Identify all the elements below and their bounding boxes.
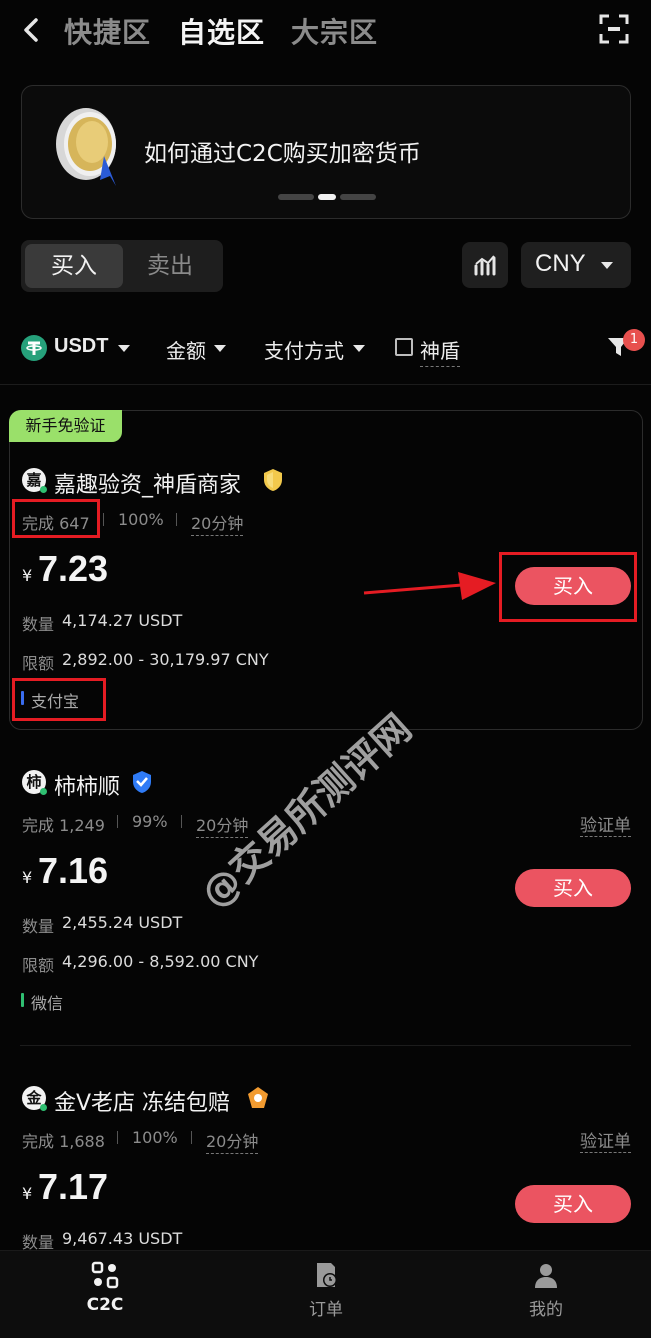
separator: [103, 513, 104, 526]
currency-symbol: ¥: [22, 1184, 33, 1203]
carousel-dot: [340, 194, 376, 200]
completion-rate: 100%: [118, 510, 164, 529]
quantity-label: 数量: [22, 917, 55, 936]
order-icon: [317, 1263, 337, 1287]
price: 7.16: [38, 850, 109, 891]
divider: [20, 1045, 631, 1046]
tab-block[interactable]: 大宗区: [291, 11, 378, 51]
shield-filter-label[interactable]: 神盾: [420, 335, 460, 367]
currency-label: CNY: [535, 250, 586, 277]
annotation-box: [499, 552, 637, 622]
shield-checkbox[interactable]: [395, 338, 413, 356]
payment-filter[interactable]: 支付方式: [264, 335, 344, 364]
currency-symbol: ¥: [22, 566, 33, 585]
top-bar: 快捷区 自选区 大宗区: [0, 0, 651, 62]
buy-button[interactable]: 买入: [515, 869, 631, 907]
carousel-dots: [278, 194, 376, 200]
separator: [117, 1131, 118, 1144]
shield-gold-icon: [264, 469, 282, 491]
quantity-value: 9,467.43 USDT: [62, 1229, 183, 1248]
verified-badge-icon: [133, 771, 151, 793]
limit-label: 限额: [22, 956, 55, 975]
annotation-box: [12, 678, 106, 721]
completed-count: 完成 1,688: [22, 1132, 105, 1151]
nav-label: 订单: [309, 1300, 343, 1320]
banner-title: 如何通过C2C购买加密货币: [144, 141, 421, 167]
carousel-dot-active: [318, 194, 336, 200]
carousel-dot: [278, 194, 314, 200]
tab-selected[interactable]: 自选区: [178, 11, 265, 51]
completion-rate: 99%: [132, 812, 168, 831]
limit-label: 限额: [22, 654, 55, 673]
amount-filter[interactable]: 金额: [166, 335, 206, 364]
separator: [176, 513, 177, 526]
watermark: @交易所测评网: [192, 705, 420, 917]
price: 7.23: [38, 548, 109, 589]
currency-select[interactable]: CNY: [521, 242, 631, 288]
newbie-tag: 新手免验证: [9, 410, 122, 442]
tab-quick[interactable]: 快捷区: [64, 11, 151, 51]
completed-count: 完成 1,249: [22, 816, 105, 835]
chart-icon: [474, 255, 496, 276]
profile-icon: [535, 1264, 557, 1288]
merchant-name[interactable]: 金V老店 冻结包赔: [54, 1085, 230, 1117]
nav-label: C2C: [86, 1295, 124, 1315]
chart-button[interactable]: [462, 242, 508, 288]
buy-tab[interactable]: 买入: [25, 244, 123, 288]
annotation-arrow-icon: [363, 572, 496, 600]
promo-banner[interactable]: 如何通过C2C购买加密货币: [21, 85, 631, 219]
usdt-icon: [21, 335, 47, 361]
separator: [181, 815, 182, 828]
nav-profile[interactable]: 我的: [486, 1261, 606, 1320]
chevron-down-icon: [353, 345, 365, 352]
completion-rate: 100%: [132, 1128, 178, 1147]
nav-orders[interactable]: 订单: [266, 1261, 386, 1320]
pay-time: 20分钟: [206, 1128, 259, 1154]
buy-button[interactable]: 买入: [515, 1185, 631, 1223]
currency-symbol: ¥: [22, 868, 33, 887]
chevron-down-icon: [118, 345, 130, 352]
scan-icon[interactable]: [599, 14, 629, 44]
separator: [191, 1131, 192, 1144]
separator: [117, 815, 118, 828]
back-arrow-icon[interactable]: [18, 14, 46, 46]
coin-filter[interactable]: USDT: [54, 335, 108, 358]
limit-value: 2,892.00 - 30,179.97 CNY: [62, 650, 269, 669]
online-dot: [40, 1104, 47, 1111]
quantity-value: 2,455.24 USDT: [62, 913, 183, 932]
price: 7.17: [38, 1166, 109, 1207]
limit-value: 4,296.00 - 8,592.00 CNY: [62, 952, 259, 971]
annotation-box: [12, 499, 100, 538]
quantity-value: 4,174.27 USDT: [62, 611, 183, 630]
trade-toggle: 买入 卖出: [21, 240, 223, 292]
merchant-name[interactable]: 柿柿顺: [54, 769, 120, 801]
gold-v-badge-icon: [248, 1087, 268, 1108]
filter-row: USDT 金额 支付方式 神盾: [0, 325, 651, 371]
coin-icon: [56, 108, 116, 186]
chevron-down-icon: [601, 262, 613, 269]
nav-label: 我的: [529, 1300, 563, 1320]
verify-order-link[interactable]: 验证单: [580, 811, 631, 837]
pay-time: 20分钟: [191, 510, 244, 536]
filter-badge: 1: [623, 329, 645, 351]
payment-method: 微信: [31, 994, 64, 1013]
divider: [0, 384, 651, 385]
online-dot: [40, 788, 47, 795]
verify-order-link[interactable]: 验证单: [580, 1127, 631, 1153]
c2c-icon: [91, 1261, 119, 1289]
online-dot: [40, 486, 47, 493]
nav-c2c[interactable]: C2C: [45, 1261, 165, 1315]
payment-color-bar: [21, 993, 24, 1007]
chevron-down-icon: [214, 345, 226, 352]
sell-tab[interactable]: 卖出: [121, 244, 219, 288]
bottom-nav: C2C 订单 我的: [0, 1250, 651, 1338]
merchant-name[interactable]: 嘉趣验资_神盾商家: [54, 467, 241, 499]
quantity-label: 数量: [22, 615, 55, 634]
